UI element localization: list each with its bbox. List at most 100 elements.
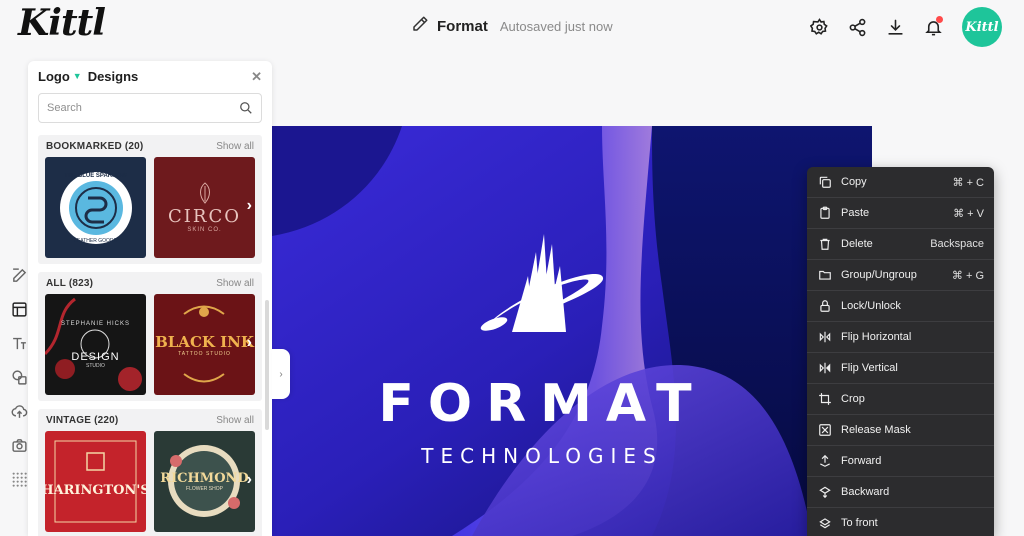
release-mask-icon [817,422,833,438]
menu-item-lock[interactable]: Lock/Unlock [807,291,994,322]
panel-category[interactable]: Logo [38,69,70,84]
top-bar: Kittl Format Autosaved just now Kittl [0,0,1024,52]
vintage-frame [54,440,137,523]
black-ink-text: BLACK INK [155,332,254,351]
section-header: ALL (823) Show all [38,272,262,294]
section-title: ALL (823) [46,277,94,289]
design-thumbnail-black-ink[interactable]: BLACK INK TATTOO STUDIO [154,294,255,395]
menu-item-label: Release Mask [841,424,911,436]
search-icon[interactable] [239,101,253,120]
forward-icon [817,453,833,469]
menu-item-paste[interactable]: Paste ⌘ + V [807,198,994,229]
menu-item-group[interactable]: Group/Ungroup ⌘ + G [807,260,994,291]
document-title[interactable]: Format [437,18,488,35]
menu-item-label: Paste [841,207,870,219]
show-all-link[interactable]: Show all [216,415,254,426]
haringtons-text: HARINGTON'S [45,483,146,498]
menu-item-shortcut: ⌘ + G [951,269,984,282]
lock-icon [817,298,833,314]
thumbnail-row: STEPHANIE HICKS DESIGN STUDIO BLACK INK … [38,294,262,401]
menu-item-forward[interactable]: Forward [807,446,994,477]
menu-item-backward[interactable]: Backward [807,477,994,508]
document-title-area: Format Autosaved just now [411,15,613,38]
menu-item-label: Forward [841,455,882,467]
header-actions: Kittl [800,7,1002,47]
menu-item-shortcut: Backspace [930,238,984,250]
backward-icon [817,484,833,500]
stephanie-design-text: DESIGN [71,350,120,363]
menu-item-label: Flip Horizontal [841,331,912,343]
crop-icon [817,391,833,407]
chevron-right-icon[interactable]: › [247,471,252,489]
folder-icon [817,267,833,283]
black-ink-subtext: TATTOO STUDIO [178,350,231,357]
menu-item-delete[interactable]: Delete Backspace [807,229,994,260]
section-bookmarked: BOOKMARKED (20) Show all THE BLUE SPARRO… [38,135,262,264]
search-field [38,93,262,123]
design-thumbnail-richmond[interactable]: RICHMOND FLOWER SHOP [154,431,255,532]
menu-item-label: Group/Ungroup [841,269,917,281]
show-all-link[interactable]: Show all [216,141,254,152]
menu-item-flip-horizontal[interactable]: Flip Horizontal [807,322,994,353]
pencil-icon[interactable] [411,15,429,38]
panel-scrollbar[interactable] [265,300,269,430]
blue-sparrow-badge [59,171,132,244]
section-header: VINTAGE (220) Show all [38,409,262,431]
section-title: VINTAGE (220) [46,414,119,426]
canvas-title-text[interactable]: FORMAT [272,374,812,434]
menu-item-label: Delete [841,238,873,250]
leaf-icon [199,182,210,204]
artboard-background [272,126,872,536]
canvas-artboard[interactable]: FORMAT TECHNOLOGIES [272,126,872,536]
flip-vertical-icon [817,360,833,376]
canvas-subtitle-text[interactable]: TECHNOLOGIES [272,444,812,468]
flip-horizontal-icon [817,329,833,345]
show-all-link[interactable]: Show all [216,278,254,289]
notification-dot [936,16,943,23]
settings-icon[interactable] [800,8,838,46]
menu-item-label: Flip Vertical [841,362,898,374]
menu-item-label: Backward [841,486,890,498]
menu-item-label: Crop [841,393,865,405]
to-front-icon [817,515,833,531]
paste-icon [817,205,833,221]
section-header: BOOKMARKED (20) Show all [38,135,262,157]
download-icon[interactable] [876,8,914,46]
circo-subtext: SKIN CO. [187,227,222,233]
menu-item-copy[interactable]: Copy ⌘ + C [807,167,994,198]
menu-item-shortcut: ⌘ + C [952,176,984,189]
chevron-down-icon[interactable]: ▼ [73,71,82,81]
stephanie-name-text: STEPHANIE HICKS [60,320,130,327]
menu-item-flip-vertical[interactable]: Flip Vertical [807,353,994,384]
design-thumbnail-haringtons[interactable]: HARINGTON'S [45,431,146,532]
menu-item-label: Lock/Unlock [841,300,901,312]
floral-decoration [45,297,142,391]
search-input[interactable] [47,102,227,114]
menu-item-crop[interactable]: Crop [807,384,994,415]
section-title: BOOKMARKED (20) [46,140,144,152]
designs-panel: Logo ▼ Designs ✕ BOOKMARKED (20) Show al… [28,61,272,536]
chevron-right-icon[interactable]: › [247,334,252,352]
avatar[interactable]: Kittl [962,7,1002,47]
copy-icon [817,174,833,190]
blue-sparrow-text: THE BLUE SPARROW [64,173,127,179]
richmond-subtext: FLOWER SHOP [186,486,223,492]
thumbnail-row: HARINGTON'S RICHMOND FLOWER SHOP › [38,431,262,536]
bell-icon[interactable] [914,8,952,46]
menu-item-release-mask[interactable]: Release Mask [807,415,994,446]
kittl-logo[interactable]: Kittl [18,2,106,44]
design-thumbnail-circo[interactable]: CIRCO SKIN CO. [154,157,255,258]
design-thumbnail-blue-sparrow[interactable]: THE BLUE SPARROW LEATHER GOODS [45,157,146,258]
circo-text: CIRCO [168,206,241,227]
menu-item-label: To front [841,517,878,529]
collapse-panel-button[interactable]: › [272,349,290,399]
close-icon[interactable]: ✕ [251,69,262,85]
menu-item-to-front[interactable]: To front [807,508,994,536]
section-vintage: VINTAGE (220) Show all HARINGTON'S RICHM… [38,409,262,536]
chevron-right-icon[interactable]: › [247,197,252,215]
design-thumbnail-stephanie-hicks[interactable]: STEPHANIE HICKS DESIGN STUDIO [45,294,146,395]
panel-title: Designs [87,68,139,84]
blue-sparrow-subtext: LEATHER GOODS [74,238,117,244]
context-menu: Copy ⌘ + C Paste ⌘ + V Delete Backspace … [807,167,994,536]
share-icon[interactable] [838,8,876,46]
